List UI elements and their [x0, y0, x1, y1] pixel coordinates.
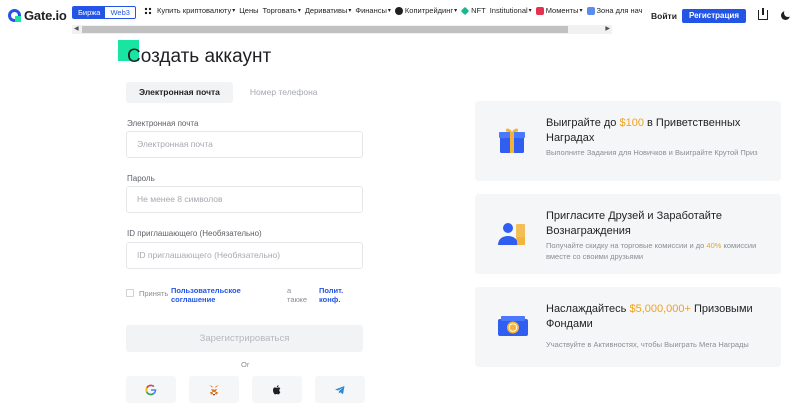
menu-label: Копитрейдинг: [404, 6, 454, 15]
menu-label: Деривативы: [304, 6, 348, 15]
telegram-login-button[interactable]: [315, 376, 365, 403]
google-icon: [145, 384, 157, 396]
main-menu: Купить криптовалюту ▾ Цены Торговать ▾ Дер…: [144, 6, 643, 15]
login-link[interactable]: Войти: [651, 11, 677, 21]
register-button[interactable]: Регистрация: [682, 9, 746, 23]
promo-title-text: Выиграйте до: [546, 117, 620, 129]
promo-card-welcome[interactable]: Выиграйте до $100 в Приветственных Награ…: [475, 101, 781, 181]
menu-label: Торговать: [262, 6, 297, 15]
promo-title-highlight: $100: [619, 117, 644, 129]
menu-institutional[interactable]: Institutional ▾: [490, 6, 532, 15]
agree-and-text: а также: [287, 286, 307, 304]
agree-text: Принять: [139, 289, 169, 298]
menu-copy-trading[interactable]: Копитрейдинг ▾: [394, 6, 458, 15]
menu-label: Моменты: [545, 6, 579, 15]
chevron-down-icon: ▾: [297, 8, 301, 14]
metamask-login-button[interactable]: [189, 376, 239, 403]
menu-label: Финансы: [355, 6, 387, 15]
gate-logo-icon: [8, 9, 21, 22]
gift-box-icon: [499, 128, 525, 153]
promo-subtitle: Выполните Задания для Новичков и Выиграй…: [546, 147, 766, 158]
promo-title: Пригласите Друзей и Заработайте Вознагра…: [546, 209, 766, 239]
scroll-right-icon[interactable]: ▶: [605, 25, 610, 34]
telegram-icon: [335, 386, 345, 395]
menu-nft[interactable]: NFT: [460, 6, 486, 15]
tab-email[interactable]: Электронная почта: [126, 82, 233, 103]
agree-checkbox[interactable]: [126, 289, 134, 297]
privacy-policy-link[interactable]: Полит. конф.: [319, 286, 349, 304]
invite-friends-icon: [498, 223, 525, 245]
promo-subtitle: Участвуйте в Активностях, чтобы Выиграть…: [546, 339, 766, 350]
logo-text: Gate.io: [24, 8, 67, 23]
referral-label: ID приглашающего (Необязательно): [127, 229, 262, 238]
logo[interactable]: Gate.io: [8, 8, 67, 23]
promo-sub-highlight: 40%: [706, 241, 722, 250]
exchange-web3-toggle: Биржа Web3: [72, 6, 136, 19]
beginner-zone-icon: [586, 6, 595, 15]
chevron-down-icon: ▾: [454, 8, 458, 14]
chevron-down-icon: ▾: [387, 8, 391, 14]
promo-title-highlight: $5,000,000+: [629, 303, 691, 315]
menu-label: Institutional: [489, 6, 528, 15]
mode-web3[interactable]: Web3: [105, 7, 135, 18]
promo-sub-text: Участвуйте в Активностях, чтобы Выиграть…: [546, 340, 749, 349]
moments-icon: [535, 6, 544, 15]
dark-mode-icon[interactable]: [781, 9, 792, 20]
promo-sub-text: Выполните Задания для Новичков и Выиграй…: [546, 148, 758, 157]
chevron-down-icon: ▾: [528, 8, 532, 14]
apple-login-button[interactable]: [252, 376, 302, 403]
signup-method-tabs: Электронная почта Номер телефона: [126, 82, 331, 103]
promo-title-text: Пригласите Друзей и Заработайте Вознагра…: [546, 210, 722, 237]
menu-label: Цены: [239, 6, 259, 15]
promo-card-prize-pool[interactable]: Наслаждайтесь $5,000,000+ Призовыми Фонд…: [475, 287, 781, 367]
tab-phone[interactable]: Номер телефона: [237, 82, 331, 103]
chevron-down-icon: ▾: [348, 8, 352, 14]
google-login-button[interactable]: [126, 376, 176, 403]
download-icon[interactable]: [758, 8, 768, 20]
menu-beginners[interactable]: Зона для нач: [586, 6, 643, 15]
page-title: Создать аккаунт: [127, 46, 272, 67]
signup-submit-button[interactable]: Зарегистрироваться: [126, 325, 363, 352]
referral-field[interactable]: ID приглашающего (Необязательно): [126, 242, 363, 269]
menu-moments[interactable]: Моменты ▾: [535, 6, 583, 15]
promo-title-text: Наслаждайтесь: [546, 303, 630, 315]
menu-prices[interactable]: Цены: [239, 6, 258, 15]
chevron-down-icon: ▾: [232, 8, 236, 14]
user-agreement-link[interactable]: Пользовательское соглашение: [171, 286, 253, 304]
or-divider: Or: [241, 360, 250, 369]
promo-subtitle: Получайте скидку на торговые комиссии и …: [546, 240, 766, 262]
apple-icon: [273, 385, 281, 395]
social-login: [126, 376, 365, 403]
copy-trading-icon: [394, 6, 403, 15]
mode-exchange[interactable]: Биржа: [73, 7, 106, 18]
menu-label: Купить криптовалюту: [157, 6, 232, 15]
terms-agreement: Принять Пользовательское соглашение а та…: [126, 286, 366, 306]
scroll-left-icon[interactable]: ◀: [74, 25, 79, 34]
horizontal-scrollbar[interactable]: ◀ ▶: [72, 25, 612, 34]
password-label: Пароль: [127, 174, 155, 183]
promo-sub-text: Получайте скидку на торговые комиссии и …: [546, 241, 707, 250]
menu-label: NFT: [471, 6, 486, 15]
email-field[interactable]: Электронная почта: [126, 131, 363, 158]
prize-wallet-icon: [498, 316, 528, 336]
password-field[interactable]: Не менее 8 символов: [126, 186, 363, 213]
email-label: Электронная почта: [127, 119, 199, 128]
metamask-icon: [209, 385, 219, 396]
promo-title: Выиграйте до $100 в Приветственных Награ…: [546, 116, 766, 146]
chevron-down-icon: ▾: [579, 8, 583, 14]
promo-title: Наслаждайтесь $5,000,000+ Призовыми Фонд…: [546, 302, 766, 332]
menu-finance[interactable]: Финансы ▾: [355, 6, 391, 15]
scrollbar-thumb[interactable]: [82, 26, 568, 33]
menu-trade[interactable]: Торговать ▾: [262, 6, 300, 15]
apps-grid-icon[interactable]: [144, 6, 152, 15]
menu-buy-crypto[interactable]: Купить криптовалюту ▾: [157, 6, 235, 15]
menu-derivatives[interactable]: Деривативы ▾: [305, 6, 352, 15]
menu-label: Зона для нач: [596, 6, 643, 15]
nft-icon: [460, 6, 470, 15]
promo-card-referral[interactable]: Пригласите Друзей и Заработайте Вознагра…: [475, 194, 781, 274]
